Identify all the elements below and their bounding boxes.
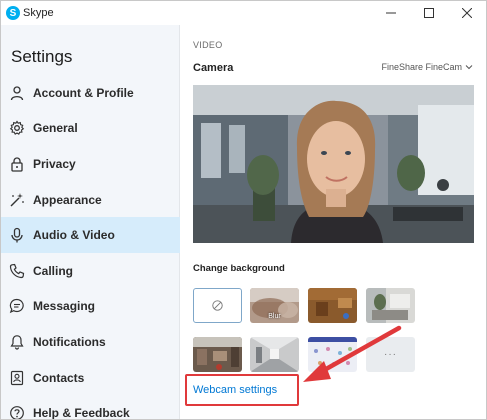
close-icon <box>462 8 472 18</box>
webcam-settings-label: Webcam settings <box>193 384 278 396</box>
sidebar-item-label: General <box>33 121 78 136</box>
skype-logo-icon: S <box>6 6 20 20</box>
camera-select[interactable]: FineShare FineCam <box>381 62 473 72</box>
maximize-icon <box>424 8 434 18</box>
sidebar-item-label: Messaging <box>33 299 96 314</box>
more-backgrounds-button[interactable]: ··· <box>366 337 415 372</box>
sidebar-item-label: Help & Feedback <box>33 406 130 420</box>
background-pattern-option[interactable] <box>308 337 357 372</box>
sidebar-item-audio-video[interactable]: Audio & Video <box>1 217 180 253</box>
app-title: Skype <box>23 7 54 19</box>
sidebar-item-privacy[interactable]: Privacy <box>1 146 180 182</box>
person-icon <box>9 85 25 101</box>
minimize-button[interactable] <box>372 1 410 25</box>
skype-window: S Skype Settings Account & Profile Gener… <box>0 0 487 420</box>
no-background-icon <box>212 300 223 311</box>
sidebar-item-label: Privacy <box>33 156 76 171</box>
contacts-icon <box>9 370 25 386</box>
audio-video-panel: VIDEO Camera FineShare FineCam Change ba… <box>181 25 486 419</box>
microphone-icon <box>9 227 25 243</box>
background-none-option[interactable] <box>193 288 242 323</box>
sidebar-item-general[interactable]: General <box>1 111 180 147</box>
background-restaurant-option[interactable] <box>193 337 242 372</box>
sidebar-title: Settings <box>11 47 73 66</box>
background-options: Blur ··· <box>193 288 417 372</box>
chat-bubble-icon <box>9 298 25 314</box>
section-label: VIDEO <box>193 40 223 50</box>
background-living-room-option[interactable] <box>366 288 415 323</box>
sidebar-item-help-feedback[interactable]: Help & Feedback <box>1 395 180 420</box>
blur-caption: Blur <box>268 313 281 320</box>
sidebar-item-label: Appearance <box>33 192 102 207</box>
sidebar-item-label: Contacts <box>33 370 85 385</box>
maximize-button[interactable] <box>410 1 448 25</box>
webcam-settings-link[interactable]: Webcam settings <box>185 374 299 406</box>
change-background-label: Change background <box>193 263 285 274</box>
sidebar-item-label: Account & Profile <box>33 85 134 100</box>
sidebar-item-messaging[interactable]: Messaging <box>1 289 180 325</box>
camera-device-value: FineShare FineCam <box>381 62 462 72</box>
sidebar-item-label: Audio & Video <box>33 228 115 243</box>
close-button[interactable] <box>448 1 486 25</box>
phone-icon <box>9 263 25 279</box>
sidebar-item-calling[interactable]: Calling <box>1 253 180 289</box>
window-controls <box>372 1 486 25</box>
settings-sidebar: Settings Account & Profile General Priva… <box>1 25 180 420</box>
background-wood-room-option[interactable] <box>308 288 357 323</box>
title-bar: S Skype <box>1 1 486 25</box>
bell-icon <box>9 334 25 350</box>
lock-icon <box>9 156 25 172</box>
sidebar-item-appearance[interactable]: Appearance <box>1 182 180 218</box>
more-icon: ··· <box>384 349 397 360</box>
background-blur-option[interactable]: Blur <box>250 288 299 323</box>
background-corridor-option[interactable] <box>250 337 299 372</box>
sidebar-item-label: Calling <box>33 263 74 278</box>
gear-icon <box>9 120 25 136</box>
minimize-icon <box>386 12 396 14</box>
sidebar-item-label: Notifications <box>33 334 106 349</box>
camera-preview <box>193 85 474 243</box>
camera-label: Camera <box>193 62 234 74</box>
settings-nav: Account & Profile General Privacy Appear… <box>1 75 180 420</box>
sidebar-item-notifications[interactable]: Notifications <box>1 324 180 360</box>
magic-wand-icon <box>9 192 25 208</box>
sidebar-item-contacts[interactable]: Contacts <box>1 360 180 396</box>
sidebar-item-account-profile[interactable]: Account & Profile <box>1 75 180 111</box>
help-icon <box>9 405 25 419</box>
chevron-down-icon <box>465 65 473 70</box>
